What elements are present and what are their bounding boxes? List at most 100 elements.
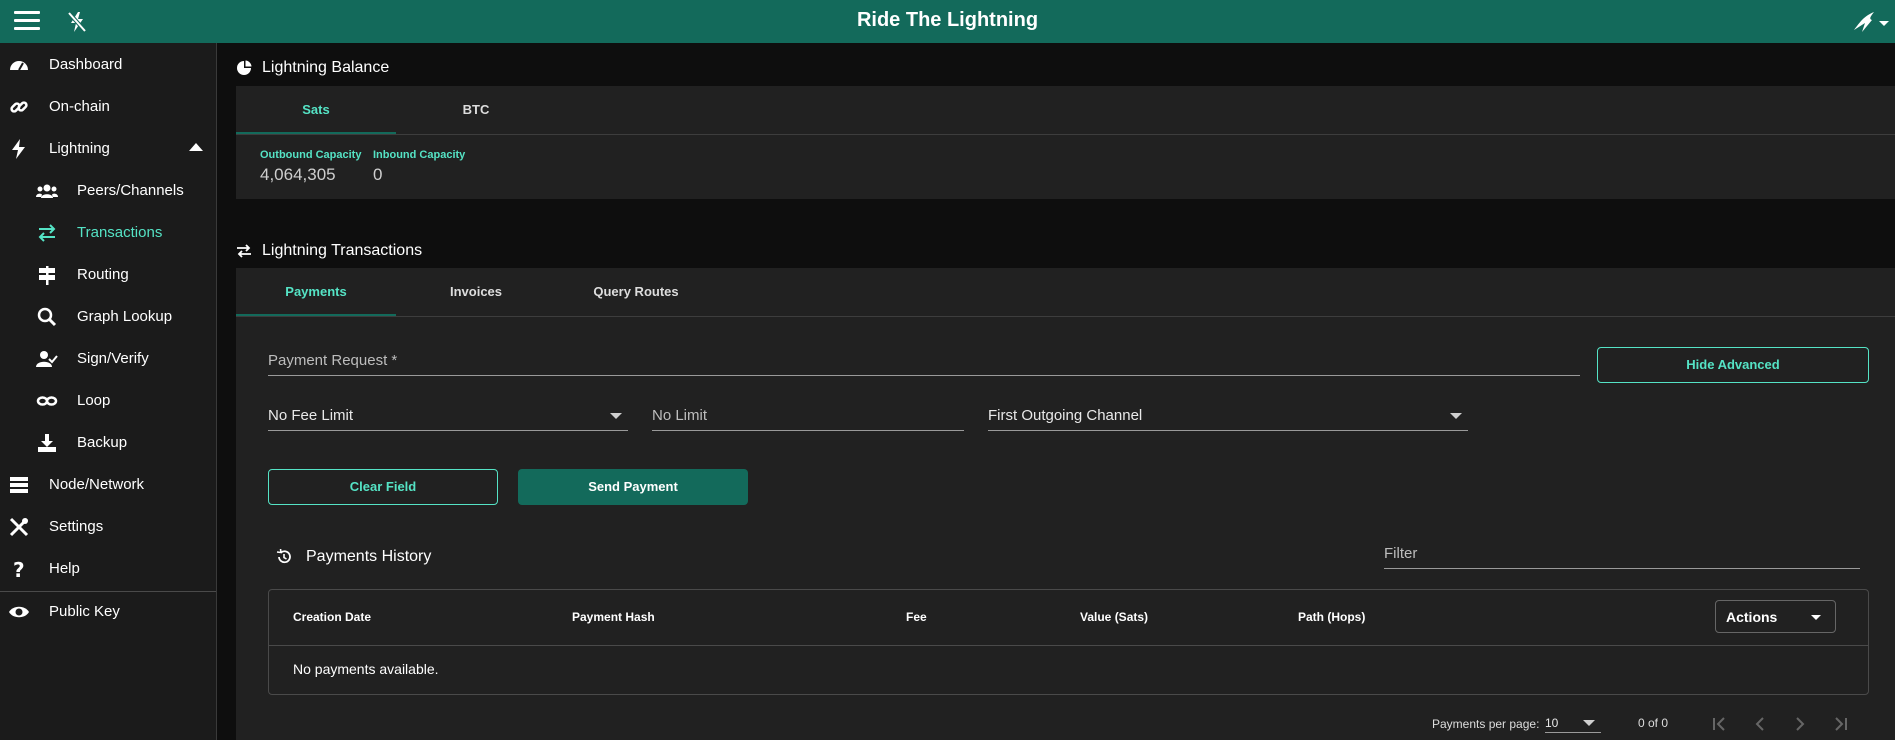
user-check-icon — [36, 351, 58, 367]
column-header-fee[interactable]: Fee — [906, 610, 927, 624]
filter-label: Filter — [1384, 545, 1418, 562]
sidebar-item-label: Graph Lookup — [77, 308, 173, 325]
sidebar-item-graph-lookup[interactable]: Graph Lookup — [0, 297, 216, 337]
sidebar-item-lightning[interactable]: Lightning — [0, 129, 216, 169]
payment-request-field[interactable]: Payment Request * — [268, 347, 1580, 376]
outbound-capacity-value: 4,064,305 — [260, 165, 336, 184]
dropdown-arrow-icon — [1583, 720, 1595, 726]
sidebar-item-settings[interactable]: Settings — [0, 507, 216, 547]
sidebar-item-label: Transactions — [77, 224, 163, 241]
payments-history-heading: Payments History — [276, 548, 431, 566]
link-icon — [10, 101, 28, 113]
previous-page-icon[interactable] — [1750, 714, 1770, 734]
tools-icon — [9, 517, 29, 537]
dropdown-arrow-icon — [1811, 615, 1821, 620]
tab-divider — [236, 316, 1895, 317]
top-app-bar: Ride The Lightning — [0, 0, 1895, 43]
outgoing-channel-select[interactable]: First Outgoing Channel — [988, 404, 1468, 431]
tab-btc[interactable]: BTC — [396, 86, 556, 134]
sidebar-item-public-key[interactable]: Public Key — [0, 592, 216, 632]
outbound-capacity-label: Outbound Capacity — [260, 149, 362, 161]
users-icon — [36, 184, 58, 198]
column-header-value[interactable]: Value (Sats) — [1080, 610, 1148, 624]
next-page-icon[interactable] — [1790, 714, 1810, 734]
tab-sats[interactable]: Sats — [236, 86, 396, 134]
dashboard-icon — [10, 61, 28, 71]
tab-payments[interactable]: Payments — [236, 268, 396, 316]
sidebar-item-node-network[interactable]: Node/Network — [0, 465, 216, 505]
sidebar-item-dashboard[interactable]: Dashboard — [0, 45, 216, 85]
hide-advanced-button[interactable]: Hide Advanced — [1597, 347, 1869, 383]
fee-limit-placeholder: No Limit — [652, 407, 708, 424]
history-icon — [276, 549, 291, 564]
payments-history-title: Payments History — [306, 548, 432, 565]
items-per-page-value: 10 — [1545, 716, 1559, 730]
question-icon: ? — [13, 558, 25, 580]
sidebar-item-label: Backup — [77, 434, 128, 451]
sidebar-item-label: Sign/Verify — [77, 350, 149, 367]
filter-input[interactable]: Filter — [1384, 543, 1860, 569]
sidebar-item-peers-channels[interactable]: Peers/Channels — [0, 171, 216, 211]
sidebar-item-on-chain[interactable]: On-chain — [0, 87, 216, 127]
signpost-icon — [39, 266, 55, 285]
clear-field-button[interactable]: Clear Field — [268, 469, 498, 505]
inbound-capacity-label: Inbound Capacity — [373, 149, 466, 161]
rtl-logo-icon[interactable] — [1850, 8, 1890, 36]
dropdown-arrow-icon — [610, 413, 622, 419]
chevron-up-icon[interactable] — [189, 143, 203, 151]
infinity-icon — [36, 396, 58, 406]
items-per-page-label: Payments per page: — [1432, 717, 1540, 731]
sidebar-item-label: On-chain — [49, 98, 110, 115]
search-icon — [37, 307, 57, 327]
sidebar-item-routing[interactable]: Routing — [0, 255, 216, 295]
last-page-icon[interactable] — [1830, 714, 1850, 734]
tab-invoices[interactable]: Invoices — [396, 268, 556, 316]
inbound-capacity-value: 0 — [373, 165, 383, 184]
transactions-section-title: Lightning Transactions — [236, 242, 422, 260]
fee-limit-select[interactable]: No Fee Limit — [268, 404, 628, 431]
transactions-title: Lightning Transactions — [262, 242, 423, 259]
sidebar-item-label: Lightning — [49, 140, 110, 157]
fee-limit-input[interactable]: No Limit — [652, 404, 964, 431]
sidebar-item-transactions[interactable]: Transactions — [0, 213, 216, 253]
eye-icon — [9, 606, 29, 618]
empty-state-message: No payments available. — [293, 661, 439, 677]
sidebar-item-backup[interactable]: Backup — [0, 423, 216, 463]
column-header-payment-hash[interactable]: Payment Hash — [572, 610, 655, 624]
exchange-icon — [38, 224, 56, 242]
column-header-path[interactable]: Path (Hops) — [1298, 610, 1365, 624]
sidebar-item-label: Peers/Channels — [77, 182, 184, 199]
first-page-icon[interactable] — [1710, 714, 1730, 734]
fee-limit-value: No Fee Limit — [268, 407, 354, 424]
payments-table: Creation Date Payment Hash Fee Value (Sa… — [268, 589, 1869, 695]
pie-chart-icon — [237, 60, 252, 75]
sidebar-item-help[interactable]: ? Help — [0, 549, 216, 589]
balance-section-title: Lightning Balance — [236, 59, 389, 77]
balance-title: Lightning Balance — [262, 59, 390, 76]
svg-text:?: ? — [13, 558, 25, 580]
payment-request-label: Payment Request * — [268, 352, 398, 369]
download-icon — [38, 434, 56, 452]
actions-select[interactable]: Actions — [1715, 600, 1836, 633]
balance-card: Sats BTC Outbound Capacity 4,064,305 Inb… — [236, 86, 1895, 199]
sidebar: Dashboard On-chain Lightning Peers/Chann… — [0, 43, 217, 740]
tab-divider — [236, 134, 1895, 135]
sidebar-item-label: Settings — [49, 518, 104, 535]
outgoing-channel-label: First Outgoing Channel — [988, 407, 1143, 424]
sidebar-item-sign-verify[interactable]: Sign/Verify — [0, 339, 216, 379]
dropdown-arrow-icon — [1450, 413, 1462, 419]
sidebar-item-label: Dashboard — [49, 56, 123, 73]
send-payment-button[interactable]: Send Payment — [518, 469, 748, 505]
sidebar-item-loop[interactable]: Loop — [0, 381, 216, 421]
sidebar-item-label: Routing — [77, 266, 129, 283]
items-per-page-select[interactable]: 10 — [1545, 713, 1601, 733]
server-icon — [10, 477, 28, 493]
column-header-creation-date[interactable]: Creation Date — [293, 610, 371, 624]
sidebar-item-label: Loop — [77, 392, 111, 409]
sidebar-item-label: Public Key — [49, 603, 120, 620]
actions-label: Actions — [1726, 609, 1778, 625]
exchange-icon — [237, 244, 251, 258]
table-divider — [269, 645, 1868, 646]
tab-query-routes[interactable]: Query Routes — [556, 268, 716, 316]
app-title: Ride The Lightning — [856, 9, 1039, 31]
